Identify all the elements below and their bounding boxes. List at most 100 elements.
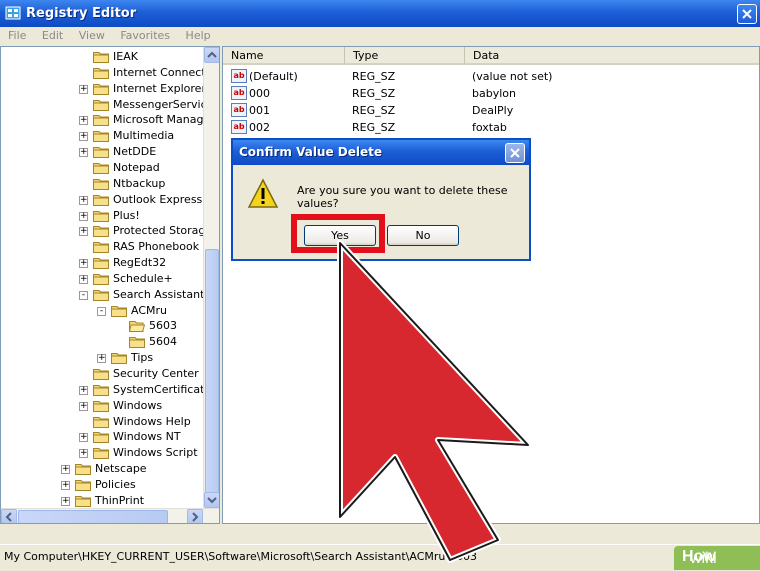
window-close-button[interactable] <box>737 4 757 24</box>
collapse-icon[interactable]: - <box>79 290 88 300</box>
tree-item-label: Protected Storage <box>113 224 213 238</box>
chevron-up-icon <box>207 51 217 58</box>
menu-file[interactable]: File <box>0 27 32 42</box>
scroll-up-button[interactable] <box>204 47 219 63</box>
string-value-icon: ab <box>231 103 247 117</box>
expand-icon[interactable]: + <box>79 449 88 459</box>
value-name: 001 <box>249 104 270 117</box>
folder-icon <box>75 463 91 476</box>
tree-item-label: SystemCertificates <box>113 382 217 396</box>
expand-icon[interactable]: + <box>79 401 88 411</box>
expand-icon[interactable]: + <box>79 385 88 395</box>
string-value-icon: ab <box>231 86 247 100</box>
folder-icon <box>93 431 109 444</box>
tree-item-label: Internet Explorer <box>113 81 206 95</box>
value-data: (value not set) <box>472 70 553 83</box>
tree-item-label: MessengerService <box>113 97 214 111</box>
menu-bar: File Edit View Favorites Help <box>0 27 760 45</box>
tree-scroll-thumb[interactable] <box>205 249 219 497</box>
expand-icon[interactable]: + <box>79 227 88 237</box>
registry-app-icon <box>5 6 21 20</box>
expand-icon[interactable]: + <box>79 211 88 221</box>
tree-item-label: Schedule+ <box>113 271 173 285</box>
folder-icon <box>93 400 109 412</box>
tree-item-label: Tips <box>131 351 154 365</box>
tree-item-label: Search Assistant <box>113 287 205 301</box>
dialog-message: Are you sure you want to delete these va… <box>297 184 508 210</box>
scroll-right-button[interactable] <box>187 509 203 523</box>
tree-item-label: Plus! <box>113 208 140 222</box>
close-icon <box>510 148 520 158</box>
column-header-type[interactable]: Type <box>345 47 465 65</box>
folder-icon <box>75 495 91 507</box>
column-header-name[interactable]: Name <box>223 47 345 65</box>
tree-vertical-scrollbar[interactable] <box>203 47 219 508</box>
expand-icon[interactable]: + <box>79 259 88 269</box>
value-data: babylon <box>472 87 516 100</box>
tree-hscroll-thumb[interactable] <box>18 510 168 523</box>
folder-icon <box>93 257 109 270</box>
menu-favorites[interactable]: Favorites <box>114 27 176 42</box>
expand-icon[interactable]: + <box>61 465 70 475</box>
expand-icon[interactable]: + <box>61 480 70 490</box>
folder-icon <box>93 210 109 222</box>
value-type: REG_SZ <box>352 70 396 83</box>
column-header-data[interactable]: Data <box>465 47 759 65</box>
tree-item-label: Windows Help <box>113 414 191 428</box>
dialog-titlebar: Confirm Value Delete <box>233 140 529 165</box>
tree-item-label: Policies <box>95 477 136 491</box>
value-row[interactable]: ab 001 REG_SZ DealPly <box>223 102 759 119</box>
chevron-left-icon <box>5 512 12 522</box>
expand-icon[interactable]: + <box>79 148 88 158</box>
folder-icon <box>93 130 109 143</box>
expand-icon[interactable]: + <box>79 195 88 205</box>
tree-item-label: ACMru <box>131 303 167 317</box>
folder-icon <box>93 146 109 159</box>
folder-icon <box>93 83 109 95</box>
tree-horizontal-scrollbar[interactable] <box>1 508 219 523</box>
value-row[interactable]: ab (Default) REG_SZ (value not set) <box>223 68 759 85</box>
expand-icon[interactable]: + <box>79 132 88 142</box>
expand-icon[interactable]: + <box>79 84 88 94</box>
menu-view[interactable]: View <box>73 27 111 42</box>
tree-item-label: Security Center <box>113 367 199 380</box>
folder-icon <box>93 162 109 174</box>
scroll-left-button[interactable] <box>1 509 17 523</box>
folder-icon <box>93 67 109 79</box>
folder-icon <box>93 114 109 127</box>
tree-item-label: RegEdt32 <box>113 256 167 270</box>
string-value-icon: ab <box>231 120 247 134</box>
menu-edit[interactable]: Edit <box>36 27 69 42</box>
folder-open-icon <box>128 320 146 333</box>
value-row[interactable]: ab 002 REG_SZ foxtab <box>223 119 759 136</box>
expand-icon[interactable]: + <box>79 274 88 284</box>
menu-help[interactable]: Help <box>180 27 217 42</box>
value-row[interactable]: ab 000 REG_SZ babylon <box>223 85 759 102</box>
value-type: REG_SZ <box>352 87 396 100</box>
key-tree-pane[interactable]: IEAK Internet Connection + Internet Explore… <box>0 46 220 524</box>
folder-icon <box>93 178 109 190</box>
chevron-right-icon <box>192 512 199 522</box>
tree-item-label: 5603 <box>149 319 177 333</box>
value-data: DealPly <box>472 104 514 117</box>
expand-icon[interactable]: + <box>79 433 88 443</box>
scroll-down-button[interactable] <box>204 492 219 508</box>
expand-icon[interactable]: + <box>97 354 106 364</box>
tree-item-label: 5604 <box>149 335 177 349</box>
string-value-icon: ab <box>231 69 247 83</box>
value-name: 000 <box>249 87 270 100</box>
dialog-close-button[interactable] <box>505 143 525 163</box>
folder-icon <box>93 289 109 301</box>
value-name: 002 <box>249 121 270 134</box>
folder-icon <box>93 225 109 238</box>
collapse-icon[interactable]: - <box>97 306 106 316</box>
pointer-arrow-icon <box>337 240 531 563</box>
folder-icon <box>93 51 109 63</box>
chevron-down-icon <box>207 497 217 504</box>
folder-icon <box>93 384 109 396</box>
expand-icon[interactable]: + <box>61 496 70 506</box>
tree-item-label: Notepad <box>113 160 160 174</box>
expand-icon[interactable]: + <box>79 116 88 126</box>
folder-icon <box>93 368 109 380</box>
wikihow-watermark: wiki How <box>674 546 760 570</box>
